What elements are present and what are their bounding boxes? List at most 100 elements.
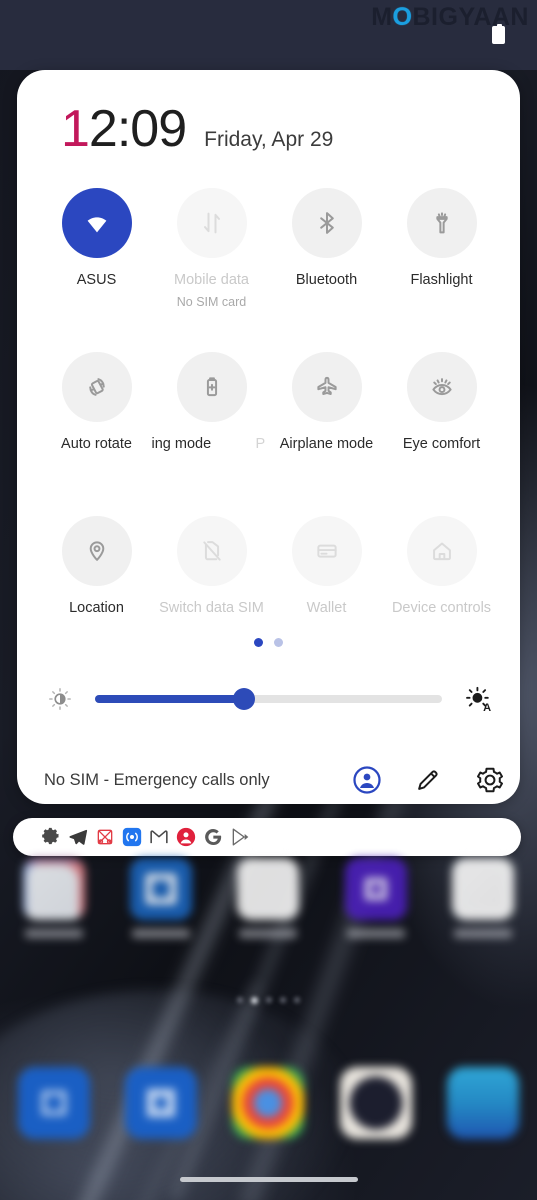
tile-auto-rotate[interactable]: Auto rotate bbox=[39, 346, 154, 510]
settings-gear-icon bbox=[476, 767, 504, 793]
watermark-text-pre: M bbox=[371, 3, 393, 31]
tile-wallet[interactable]: Wallet bbox=[269, 510, 384, 674]
tile-bluetooth-circle bbox=[291, 188, 362, 258]
tile-switch-data-sim-circle bbox=[176, 516, 247, 586]
play-store-icon[interactable] bbox=[230, 827, 250, 847]
user-account-button[interactable] bbox=[350, 763, 384, 797]
page-dot-active[interactable] bbox=[254, 638, 263, 647]
tile-switch-data-sim[interactable]: Switch data SIM bbox=[154, 510, 269, 674]
tile-power-saving-label-visible: ing mode bbox=[151, 436, 212, 452]
watermark-ring-letter: O bbox=[392, 3, 413, 31]
page-dot[interactable] bbox=[274, 638, 283, 647]
home-app-label bbox=[132, 929, 191, 938]
brightness-low-icon[interactable] bbox=[47, 686, 73, 712]
tile-mobile-data-circle bbox=[176, 188, 247, 258]
tile-mobile-data[interactable]: Mobile data No SIM card bbox=[154, 182, 269, 346]
wallet-card-icon bbox=[316, 544, 337, 558]
tile-flashlight[interactable]: Flashlight bbox=[384, 182, 499, 346]
tile-power-saving-label-fading: P bbox=[255, 436, 266, 452]
settings-button[interactable] bbox=[473, 763, 507, 797]
tile-airplane-mode[interactable]: Airplane mode bbox=[269, 346, 384, 510]
brightness-slider-fill bbox=[95, 695, 245, 703]
phone-screen: MOBIGYAAN 12:09 Friday, Apr 29 ASUS Mobi… bbox=[0, 0, 537, 1200]
home-page-dot[interactable] bbox=[280, 997, 286, 1003]
tile-auto-rotate-label: Auto rotate bbox=[61, 436, 132, 452]
messages-app-icon[interactable] bbox=[125, 1067, 198, 1139]
eye-comfort-icon bbox=[431, 378, 452, 396]
screenshot-tool-icon[interactable] bbox=[95, 827, 115, 847]
home-app-icon[interactable] bbox=[343, 858, 409, 938]
brightness-auto-icon[interactable]: A bbox=[464, 685, 492, 713]
tile-device-controls-circle bbox=[406, 516, 477, 586]
quick-settings-page-dots bbox=[17, 638, 520, 647]
quick-settings-footer: No SIM - Emergency calls only bbox=[17, 756, 520, 804]
camera-app-icon[interactable] bbox=[339, 1067, 412, 1139]
mobigyaan-watermark: MOBIGYAAN bbox=[371, 3, 529, 32]
mobile-data-icon bbox=[203, 212, 220, 234]
date-label[interactable]: Friday, Apr 29 bbox=[204, 128, 333, 152]
status-bar: MOBIGYAAN bbox=[0, 0, 537, 70]
home-page-dot[interactable] bbox=[237, 997, 243, 1003]
chrome-app-icon[interactable] bbox=[232, 1067, 305, 1139]
svg-text:A: A bbox=[483, 702, 491, 713]
home-app-icon[interactable] bbox=[128, 858, 194, 938]
notification-icons-pill[interactable] bbox=[13, 818, 521, 856]
home-app-icon[interactable] bbox=[21, 858, 87, 938]
tile-airplane-label: Airplane mode bbox=[279, 436, 374, 452]
gmail-icon[interactable] bbox=[149, 827, 169, 847]
home-dock bbox=[0, 1055, 537, 1151]
home-app-label bbox=[24, 929, 83, 938]
battery-icon bbox=[492, 24, 505, 44]
home-app-label bbox=[454, 929, 513, 938]
tile-location-label: Location bbox=[69, 600, 124, 616]
tile-auto-rotate-circle bbox=[61, 352, 132, 422]
tile-eye-comfort[interactable]: Eye comfort bbox=[384, 346, 499, 510]
home-app-icon[interactable] bbox=[450, 858, 516, 938]
google-icon[interactable] bbox=[203, 827, 223, 847]
clock-highlight-digit: 1 bbox=[61, 100, 90, 158]
home-app-label bbox=[239, 929, 298, 938]
telegram-icon[interactable] bbox=[68, 827, 88, 847]
sim-status-text: No SIM - Emergency calls only bbox=[44, 770, 270, 789]
home-page-dot[interactable] bbox=[266, 997, 272, 1003]
settings-gear-icon[interactable] bbox=[41, 827, 61, 847]
tile-eye-comfort-circle bbox=[406, 352, 477, 422]
clock-date-row: 12:09 Friday, Apr 29 bbox=[61, 103, 333, 155]
tile-power-saving-label-marquee: ing mode P bbox=[152, 436, 268, 454]
tile-device-controls[interactable]: Device controls bbox=[384, 510, 499, 674]
account-alert-icon[interactable] bbox=[176, 827, 196, 847]
home-controls-icon bbox=[432, 542, 451, 561]
purple-app-icon bbox=[344, 858, 407, 920]
tile-wallet-label: Wallet bbox=[306, 600, 347, 616]
tile-flashlight-label: Flashlight bbox=[410, 272, 473, 288]
gallery-app-icon[interactable] bbox=[447, 1067, 520, 1139]
broadcast-icon[interactable] bbox=[122, 827, 142, 847]
tile-wallet-circle bbox=[291, 516, 362, 586]
battery-saver-icon bbox=[206, 377, 217, 397]
home-gesture-bar[interactable] bbox=[179, 1177, 358, 1182]
phone-app-icon[interactable] bbox=[17, 1067, 90, 1139]
tile-power-saving-mode[interactable]: ing mode P bbox=[152, 346, 269, 510]
tile-wifi-circle bbox=[61, 188, 132, 258]
home-app-icon[interactable] bbox=[235, 858, 301, 938]
tile-wifi[interactable]: ASUS bbox=[39, 182, 154, 346]
google-folder-icon bbox=[22, 858, 85, 920]
clock-time[interactable]: 12:09 bbox=[61, 100, 187, 158]
home-screen-page-dots bbox=[0, 997, 537, 1004]
edit-button[interactable] bbox=[411, 763, 445, 797]
home-page-dot[interactable] bbox=[294, 997, 300, 1003]
flashlight-icon bbox=[435, 212, 448, 234]
sim-off-icon bbox=[202, 541, 221, 561]
location-pin-icon bbox=[89, 541, 104, 561]
home-app-label bbox=[346, 929, 405, 938]
brightness-slider[interactable] bbox=[95, 688, 442, 710]
play-store-icon bbox=[452, 858, 515, 920]
home-page-dot-active[interactable] bbox=[251, 997, 258, 1004]
watermark-text-post: BIGYAAN bbox=[412, 3, 529, 31]
brightness-slider-thumb[interactable] bbox=[233, 688, 256, 710]
tile-location[interactable]: Location bbox=[39, 510, 154, 674]
play-movies-icon bbox=[130, 858, 193, 920]
tile-wifi-label: ASUS bbox=[76, 272, 117, 288]
edit-pencil-icon bbox=[418, 770, 438, 790]
tile-bluetooth[interactable]: Bluetooth bbox=[269, 182, 384, 346]
